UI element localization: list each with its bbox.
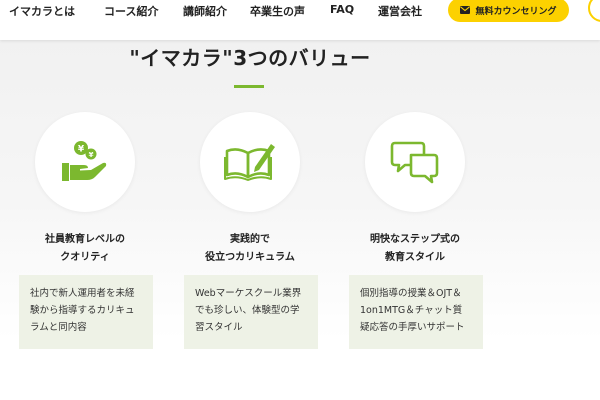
nav-item-company[interactable]: 運営会社 <box>378 3 422 19</box>
title-underline <box>234 85 264 88</box>
svg-text:¥: ¥ <box>78 145 85 155</box>
nav-item-graduates[interactable]: 卒業生の声 <box>250 3 305 19</box>
svg-text:¥: ¥ <box>89 151 94 159</box>
top-navigation: イマカラとは コース紹介 講師紹介 卒業生の声 FAQ 運営会社 無料カウンセリ… <box>0 0 600 40</box>
nav-item-faq[interactable]: FAQ <box>330 3 354 16</box>
book-pen-icon <box>224 144 275 181</box>
nav-item-about[interactable]: イマカラとは <box>9 3 75 19</box>
chat-bubbles-icon <box>390 141 439 184</box>
nav-item-courses[interactable]: コース紹介 <box>104 3 158 19</box>
mail-icon <box>460 6 471 14</box>
value-title-line-1: 明快なステップ式の <box>370 234 460 245</box>
hand-coin-icon: ¥ ¥ <box>62 141 107 181</box>
value-icon-circle: ¥ ¥ <box>35 112 135 212</box>
value-title-line-1: 社員教育レベルの <box>45 234 125 245</box>
value-description-line-3: ラムと同内容 <box>30 322 87 333</box>
nav-item-instructors[interactable]: 講師紹介 <box>183 3 227 19</box>
value-description-line-2: でも珍しい、体験型の学 <box>195 305 300 316</box>
value-description: 個別指導の授業＆OJT＆ 1on1MTG＆チャット質 疑応答の手厚いサポート <box>349 275 483 349</box>
value-icon-circle <box>200 112 300 212</box>
value-title-line-2: 役立つカリキュラム <box>205 252 295 263</box>
value-description-line-1: 個別指導の授業＆OJT＆ <box>360 288 462 299</box>
value-title-line-2: クオリティ <box>60 252 110 263</box>
value-description-line-1: 社内で新人運用者を未経 <box>30 288 135 299</box>
value-description-line-1: Webマーケスクール業界 <box>195 288 302 299</box>
value-title-line-1: 実践的で <box>230 234 270 245</box>
value-icon-circle <box>365 112 465 212</box>
value-description-line-2: 験から指導するカリキュ <box>30 305 135 316</box>
free-counseling-label: 無料カウンセリング <box>475 6 557 17</box>
value-description-line-3: 習スタイル <box>195 322 243 333</box>
value-description-line-2: 1on1MTG＆チャット質 <box>360 305 463 316</box>
values-section: "イマカラ"3つのバリュー ¥ ¥ 社員教育レベルの クオリティ 社内で新人運用… <box>0 40 600 400</box>
value-description: Webマーケスクール業界 でも珍しい、体験型の学 習スタイル <box>184 275 318 349</box>
value-description: 社内で新人運用者を未経 験から指導するカリキュ ラムと同内容 <box>19 275 153 349</box>
secondary-round-button[interactable] <box>588 0 600 22</box>
value-title: 実践的で 役立つカリキュラム <box>180 231 320 267</box>
value-title: 社員教育レベルの クオリティ <box>15 231 155 267</box>
value-title-line-2: 教育スタイル <box>385 252 445 263</box>
section-title: "イマカラ"3つのバリュー <box>129 46 371 70</box>
free-counseling-button[interactable]: 無料カウンセリング <box>448 0 569 22</box>
value-description-line-3: 疑応答の手厚いサポート <box>360 322 465 333</box>
value-title: 明快なステップ式の 教育スタイル <box>345 231 485 267</box>
